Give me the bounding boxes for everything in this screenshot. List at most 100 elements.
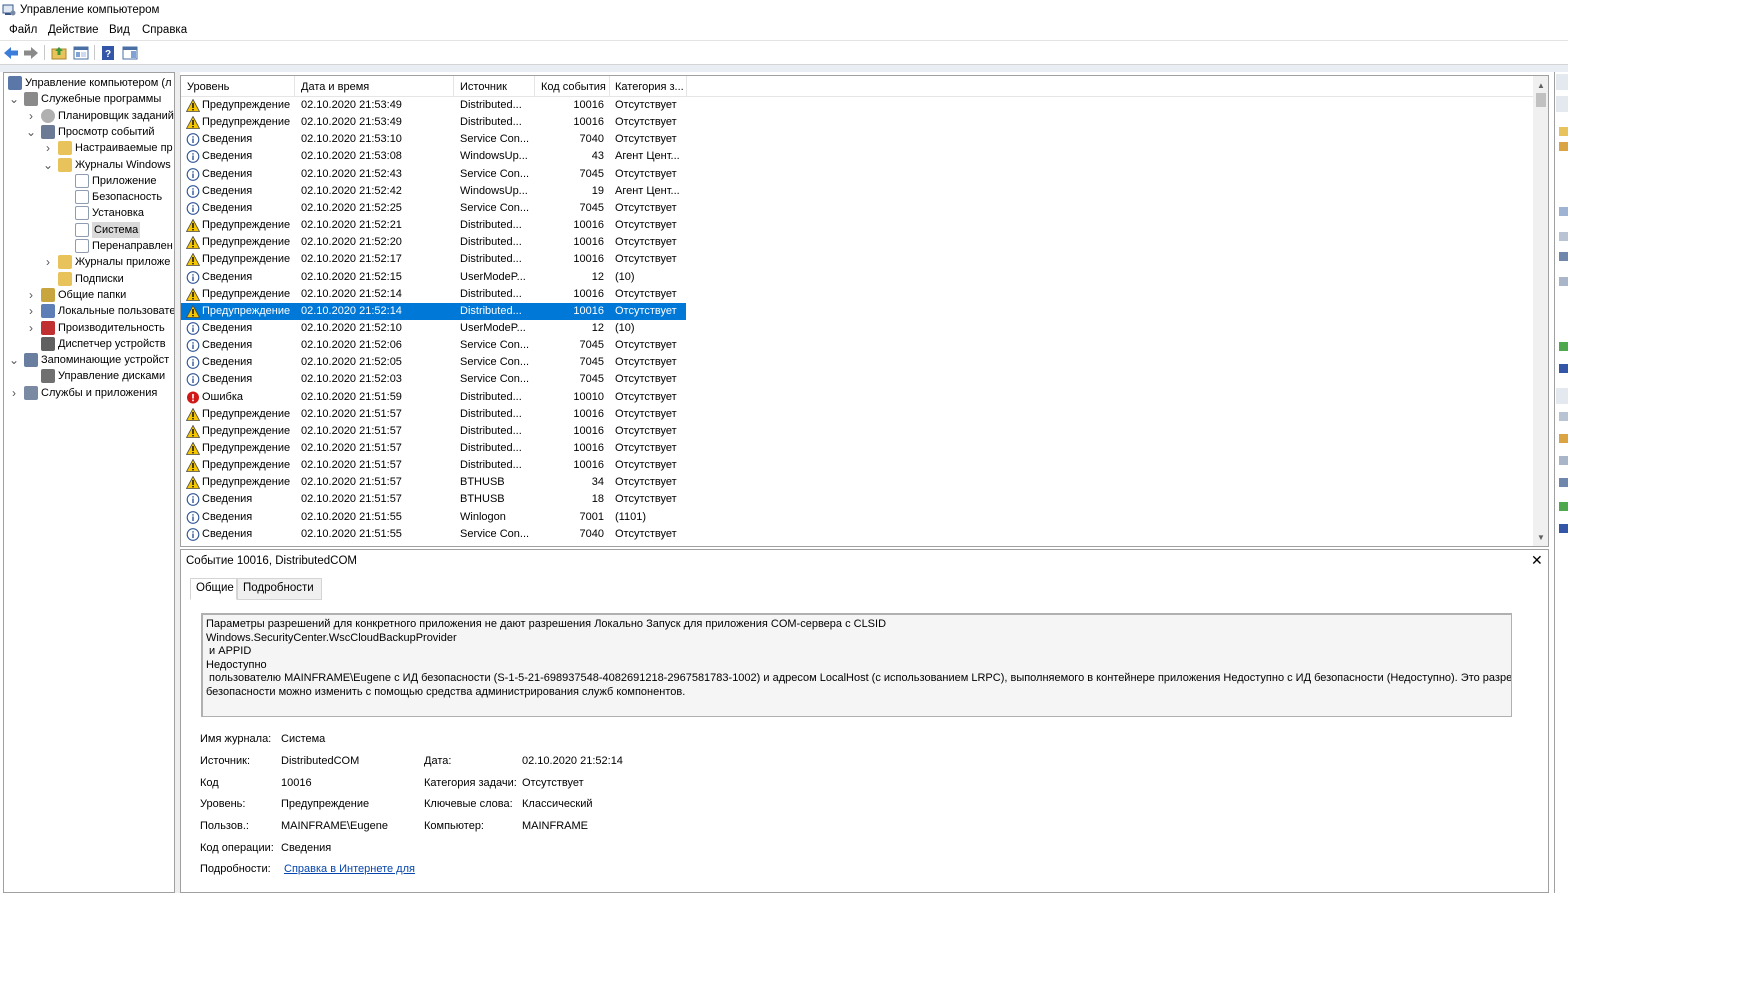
chevron-down-icon[interactable]: ⌄ [26, 124, 36, 140]
tree-node[interactable]: ⌄ Запоминающие устройст [4, 352, 174, 368]
tree-node[interactable]: Приложение [4, 173, 174, 189]
event-row[interactable]: Предупреждение 02.10.2020 21:51:57 Distrib… [181, 406, 686, 423]
refresh-icon[interactable] [1559, 502, 1568, 511]
tree-node[interactable]: › Настраиваемые пр [4, 140, 174, 156]
chevron-right-icon[interactable]: › [9, 385, 19, 401]
column-divider[interactable] [294, 76, 295, 97]
chevron-right-icon[interactable]: › [26, 108, 36, 124]
column-header-date[interactable]: Дата и время [301, 81, 369, 93]
event-row[interactable]: Сведения 02.10.2020 21:52:06 Service Con..… [181, 337, 686, 354]
event-row[interactable]: Предупреждение 02.10.2020 21:52:17 Distrib… [181, 251, 686, 268]
tree-node[interactable]: Управление компьютером (л [4, 75, 174, 91]
tree-node[interactable]: › Службы и приложения [4, 385, 174, 401]
tree-node[interactable]: › Локальные пользовате [4, 303, 174, 319]
tab-details[interactable]: Подробности [237, 578, 322, 600]
event-row[interactable]: Ошибка 02.10.2020 21:51:59 Distributed... 1… [181, 389, 686, 406]
event-row[interactable]: Сведения 02.10.2020 21:51:55 Winlogon 7001 (… [181, 509, 686, 526]
column-header-event-id[interactable]: Код события [541, 81, 606, 93]
tree-node[interactable]: Безопасность [4, 189, 174, 205]
event-properties-icon[interactable] [1559, 412, 1568, 421]
copy-icon[interactable] [1559, 456, 1568, 465]
actions-header[interactable] [1556, 74, 1568, 90]
chevron-right-icon[interactable]: › [43, 254, 53, 270]
event-row[interactable]: Предупреждение 02.10.2020 21:52:14 Distrib… [181, 286, 686, 303]
event-row[interactable]: Предупреждение 02.10.2020 21:51:57 Distrib… [181, 423, 686, 440]
open-log-icon[interactable] [1559, 127, 1568, 136]
save-events-icon[interactable] [1559, 478, 1568, 487]
event-row[interactable]: Сведения 02.10.2020 21:53:10 Service Con..… [181, 131, 686, 148]
chevron-right-icon[interactable]: › [26, 303, 36, 319]
actions-section-header[interactable] [1556, 388, 1568, 404]
scrollbar-thumb[interactable] [1536, 93, 1546, 107]
action-pane-icon[interactable] [121, 44, 139, 62]
save-icon[interactable] [1559, 277, 1568, 286]
column-divider[interactable] [453, 76, 454, 97]
event-row[interactable]: Сведения 02.10.2020 21:52:10 UserModeP... 1… [181, 320, 686, 337]
menu-help[interactable]: Справка [142, 24, 187, 36]
help-icon[interactable] [1559, 524, 1568, 533]
tree-node[interactable]: Диспетчер устройств [4, 336, 174, 352]
event-row[interactable]: Сведения 02.10.2020 21:52:25 Service Con..… [181, 200, 686, 217]
forward-icon[interactable] [22, 44, 40, 62]
event-row[interactable]: Сведения 02.10.2020 21:51:57 BTHUSB 18 Отсут… [181, 491, 686, 508]
column-header-level[interactable]: Уровень [187, 81, 229, 93]
menu-file[interactable]: Файл [9, 24, 37, 36]
tree-node[interactable]: ⌄ Служебные программы [4, 91, 174, 107]
event-row[interactable]: Предупреждение 02.10.2020 21:52:14 Distrib… [181, 302, 686, 320]
close-icon[interactable]: ✕ [1531, 552, 1543, 569]
chevron-right-icon[interactable]: › [26, 320, 36, 336]
chevron-down-icon[interactable]: ⌄ [43, 157, 53, 173]
tree-node[interactable]: › Общие папки [4, 287, 174, 303]
event-list-scrollbar[interactable]: ▲ ▼ [1533, 76, 1548, 546]
tree-node[interactable]: Перенаправлен [4, 238, 174, 254]
scroll-down-icon[interactable]: ▼ [1533, 531, 1548, 545]
event-message[interactable]: Параметры разрешений для конкретного при… [201, 613, 1512, 717]
tree-node[interactable]: › Журналы приложе [4, 254, 174, 270]
filter-icon[interactable] [1559, 207, 1568, 216]
event-row[interactable]: Предупреждение 02.10.2020 21:53:49 Distrib… [181, 114, 686, 131]
chevron-right-icon[interactable]: › [26, 287, 36, 303]
event-row[interactable]: Сведения 02.10.2020 21:52:03 Service Con..… [181, 371, 686, 388]
refresh-icon[interactable] [1559, 342, 1568, 351]
tab-general[interactable]: Общие [190, 578, 237, 600]
chevron-right-icon[interactable]: › [43, 140, 53, 156]
help-icon[interactable] [1559, 364, 1568, 373]
attach-task-icon[interactable] [1559, 434, 1568, 443]
event-row[interactable]: Сведения 02.10.2020 21:52:42 WindowsUp... 1… [181, 183, 686, 200]
event-row[interactable]: Предупреждение 02.10.2020 21:52:20 Distrib… [181, 234, 686, 251]
tree-node[interactable]: Система [4, 221, 174, 238]
online-help-link[interactable]: Справка в Интернете для [284, 863, 415, 875]
create-view-icon[interactable] [1559, 142, 1568, 151]
back-icon[interactable] [2, 44, 20, 62]
tree-node[interactable]: Установка [4, 205, 174, 221]
tree-node[interactable]: ⌄ Просмотр событий [4, 124, 174, 140]
properties-icon[interactable] [1559, 232, 1568, 241]
event-row[interactable]: Предупреждение 02.10.2020 21:51:57 BTHUSB 3… [181, 474, 686, 491]
event-row[interactable]: Сведения 02.10.2020 21:51:55 Service Con..… [181, 526, 686, 543]
tree-node[interactable]: Управление дисками [4, 368, 174, 384]
column-header-task-category[interactable]: Категория з... [615, 81, 684, 93]
tree-node[interactable]: ⌄ Журналы Windows [4, 157, 174, 173]
event-row[interactable]: Предупреждение 02.10.2020 21:51:57 Distrib… [181, 440, 686, 457]
help-icon[interactable]: ? [99, 44, 117, 62]
chevron-down-icon[interactable]: ⌄ [9, 352, 19, 368]
up-folder-icon[interactable] [50, 44, 68, 62]
menu-action[interactable]: Действие [48, 24, 99, 36]
event-row[interactable]: Предупреждение 02.10.2020 21:51:57 Distrib… [181, 457, 686, 474]
actions-section-header[interactable] [1556, 96, 1568, 112]
event-row[interactable]: Предупреждение 02.10.2020 21:53:49 Distrib… [181, 97, 686, 114]
tree-node[interactable]: › Производительность [4, 320, 174, 336]
tree-node[interactable]: Подписки [4, 271, 174, 287]
show-tree-icon[interactable] [72, 44, 90, 62]
event-row[interactable]: Сведения 02.10.2020 21:52:43 Service Con..… [181, 166, 686, 183]
column-header-source[interactable]: Источник [460, 81, 507, 93]
column-divider[interactable] [686, 76, 687, 97]
find-icon[interactable] [1559, 252, 1568, 261]
event-row[interactable]: Сведения 02.10.2020 21:53:08 WindowsUp... 4… [181, 148, 686, 165]
event-row[interactable]: Сведения 02.10.2020 21:52:05 Service Con..… [181, 354, 686, 371]
event-row[interactable]: Сведения 02.10.2020 21:52:15 UserModeP... 1… [181, 269, 686, 286]
column-divider[interactable] [609, 76, 610, 97]
chevron-down-icon[interactable]: ⌄ [9, 91, 19, 107]
column-divider[interactable] [534, 76, 535, 97]
event-row[interactable]: Предупреждение 02.10.2020 21:52:21 Distrib… [181, 217, 686, 234]
